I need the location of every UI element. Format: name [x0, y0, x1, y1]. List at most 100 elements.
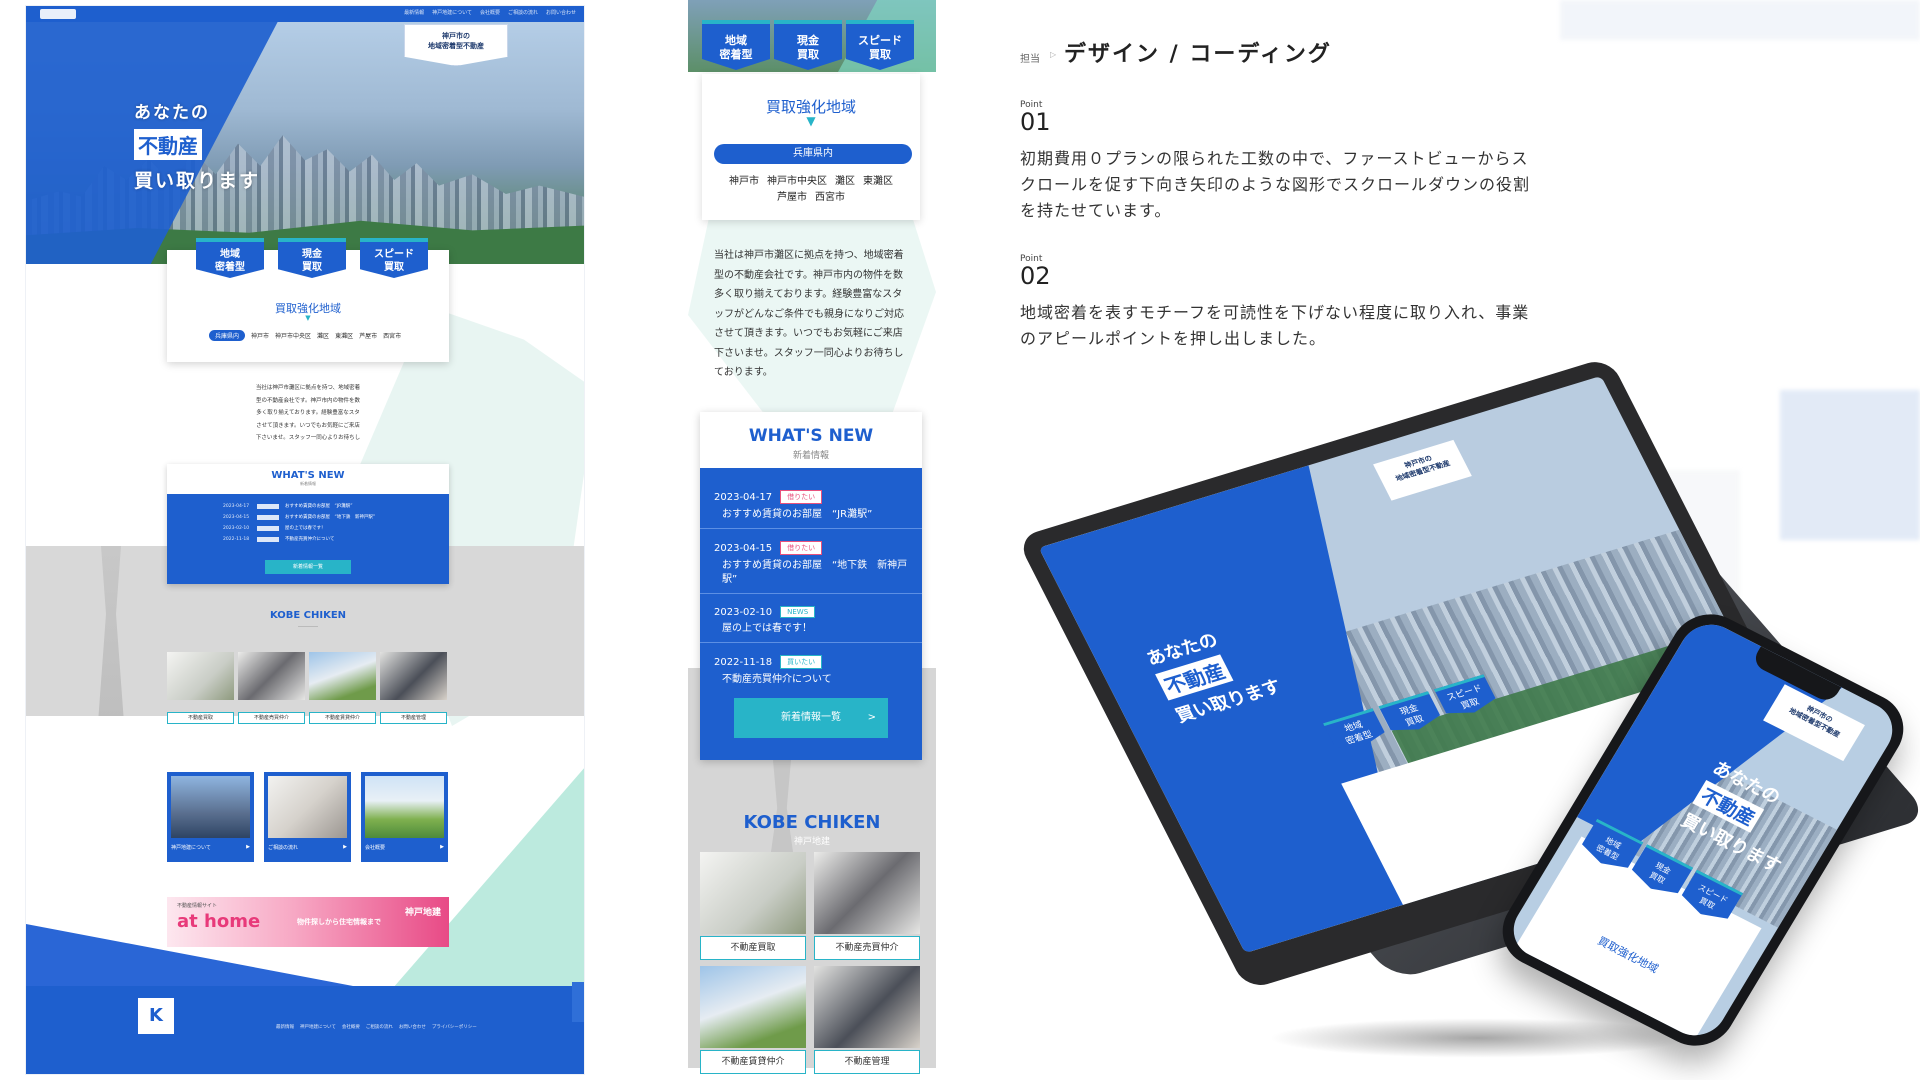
chevron-right-icon: >	[867, 712, 876, 723]
background-ghost-panel	[1560, 0, 1920, 40]
desktop-page-preview: 最新情報 神戸地建について 会社概要 ご相談の流れ お問い合わせ 神戸市の 地域…	[26, 6, 584, 1074]
news-row[interactable]: 2023-04-15 借りたい おすすめ賃貸のお部屋 “地下鉄 新神戸駅”	[700, 541, 922, 594]
top-bar: 最新情報 神戸地建について 会社概要 ご相談の流れ お問い合わせ	[26, 6, 584, 22]
news-subtitle: 新着情報	[300, 481, 316, 486]
badge-speed: スピード 買取	[846, 20, 914, 70]
news-subtitle: 新着情報	[792, 451, 829, 461]
tile-about[interactable]: 神戸地建について ▶	[167, 772, 254, 862]
point-text: 地域密着を表すモチーフを可読性を下げない程度に取り入れ、事業のアピールポイントを…	[1020, 303, 1530, 348]
mobile-page-preview: 買取強化地域 ▼ 兵庫県内 神戸市 神戸市中央区 灘区 東灘区 芦屋市 西宮市 地域 密着…	[688, 0, 936, 1080]
news-row[interactable]: 2023-02-10 NEWS 屋の上では春です！	[700, 606, 922, 643]
news-header: WHAT'S NEW 新着情報	[700, 412, 922, 468]
hero-catchcopy: あなたの 不動産 買い取ります	[134, 98, 260, 193]
area-cities: 神戸市 神戸市中央区 灘区 東灘区 芦屋市 西宮市	[729, 176, 893, 203]
site-logo[interactable]	[40, 9, 76, 19]
nav-item[interactable]: ご相談の流れ	[508, 9, 538, 16]
intro-text: 当社は神戸市灘区に拠点を持つ、地域密着 型の不動産会社です。神戸市内の物件を数 …	[714, 250, 904, 378]
photo-meeting	[814, 852, 920, 934]
kobe-title: KOBE CHIKEN	[743, 812, 881, 833]
news-title: WHAT'S NEW	[271, 470, 345, 481]
city-label: 西宮市	[383, 333, 402, 340]
service-label[interactable]: 不動産買取	[167, 712, 234, 724]
nav-item[interactable]: お問い合わせ	[546, 9, 576, 16]
service-grid: 不動産買取 不動産売買仲介 不動産賃貸仲介 不動産管理	[700, 852, 924, 1080]
city-label: 神戸市	[251, 333, 270, 340]
badge-local: 地域 密着型	[196, 238, 264, 278]
point-number: 01	[1020, 108, 1051, 136]
photo-consultant	[814, 966, 920, 1048]
kobe-title: KOBE CHIKEN	[269, 610, 347, 621]
catch-line-2: 不動産	[134, 129, 202, 160]
news-section: WHAT'S NEW 新着情報 2023-04-17 借りたい おすすめ賃貸のお部…	[700, 412, 922, 760]
footer-nav: 最新情報 神戸地建について 会社概要 ご相談の流れ お問い合わせ プライバシーポ…	[276, 1024, 477, 1030]
photo-meeting	[238, 652, 305, 700]
photo-building	[700, 966, 806, 1048]
badge-speed: スピード 買取	[360, 238, 428, 278]
service-label[interactable]: 不動産管理	[380, 712, 447, 724]
photo-consultant	[380, 652, 447, 700]
feature-badges: 地域 密着型 現金 買取 スピード 買取	[196, 238, 428, 278]
role-title: デザイン / コーディング	[1064, 42, 1332, 67]
news-row[interactable]: 2022-11-18 不動産売買仲介について	[167, 534, 449, 544]
service-label[interactable]: 不動産売買仲介	[238, 712, 305, 724]
footer-link[interactable]: 最新情報	[276, 1024, 294, 1030]
side-contact-tab[interactable]	[572, 982, 584, 1022]
photo-building	[309, 652, 376, 700]
service-labels: 不動産買取 不動産売買仲介 不動産賃貸仲介 不動産管理	[167, 712, 447, 724]
tile-flow[interactable]: ご相談の流れ ▶	[264, 772, 351, 862]
tagline-badge: 神戸市の 地域密着型不動産	[1373, 439, 1472, 501]
tagline-line: 神戸市の	[442, 32, 470, 40]
city-label: 灘区	[317, 333, 330, 340]
service-label[interactable]: 不動産売買仲介	[814, 936, 920, 960]
tile-company[interactable]: 会社概要 ▶	[361, 772, 448, 862]
news-title: WHAT'S NEW	[748, 426, 874, 446]
news-row[interactable]: 2022-11-18 買いたい 不動産売買仲介について	[700, 655, 922, 693]
footer-link[interactable]: 神戸地建について	[300, 1024, 336, 1030]
intro-text: 当社は神戸市灘区に拠点を持つ、地域密着 型の不動産会社です。神戸市内の物件を数 …	[255, 385, 361, 441]
city-label: 神戸市中央区	[275, 333, 312, 340]
nav-item[interactable]: 神戸地建について	[432, 9, 472, 16]
title-underline	[298, 626, 318, 627]
photo-house-model	[167, 652, 234, 700]
footer-link[interactable]: プライバシーポリシー	[432, 1024, 477, 1030]
kobe-subtitle: 神戸地建	[793, 837, 830, 847]
footer-link[interactable]: ご相談の流れ	[366, 1024, 393, 1030]
news-list-button[interactable]: 新着情報一覧	[265, 560, 351, 574]
nav-item[interactable]: 会社概要	[480, 9, 500, 16]
down-arrow-icon: ▼	[806, 114, 816, 128]
feature-badges: 地域 密着型 現金 買取 スピード 買取	[702, 20, 914, 70]
news-header: WHAT'S NEW 新着情報	[167, 464, 449, 494]
service-label[interactable]: 不動産賃貸仲介	[700, 1050, 806, 1074]
laptop-shadow	[1268, 1018, 1688, 1058]
news-section: WHAT'S NEW 新着情報 2023-04-17 おすすめ賃貸のお部屋 “JR…	[167, 464, 449, 584]
tagline-line: 地域密着型不動産	[428, 42, 484, 50]
down-arrow-icon: ▼	[305, 314, 311, 322]
role-label: 担当	[1020, 54, 1040, 65]
info-tiles: 神戸地建について ▶ ご相談の流れ ▶ 会社概要 ▶	[167, 772, 448, 862]
service-label[interactable]: 不動産管理	[814, 1050, 920, 1074]
area-cities: 兵庫県内 神戸市 神戸市中央区 灘区 東灘区 芦屋市 西宮市	[209, 330, 401, 341]
news-row[interactable]: 2023-04-17 借りたい おすすめ賃貸のお部屋 “JR灘駅”	[700, 490, 922, 529]
service-label[interactable]: 不動産買取	[700, 936, 806, 960]
athome-banner[interactable]: 不動産情報サイト at home 物件探しから住宅情報まで 神戸地建	[167, 897, 449, 947]
top-nav: 最新情報 神戸地建について 会社概要 ご相談の流れ お問い合わせ	[404, 9, 576, 16]
catch-line-1: あなたの	[134, 103, 210, 123]
city-label: 東灘区	[335, 333, 354, 340]
point-number: 02	[1020, 262, 1051, 290]
site-footer: K 最新情報 神戸地建について 会社概要 ご相談の流れ お問い合わせ プライバシ…	[26, 986, 584, 1074]
news-list-button[interactable]: 新着情報一覧 >	[734, 698, 888, 738]
news-row[interactable]: 2023-04-17 おすすめ賃貸のお部屋 “JR灘駅”	[167, 501, 449, 511]
city-label: 芦屋市	[359, 333, 378, 340]
point-text: 初期費用０プランの限られた工数の中で、ファーストビューからスクロールを促す下向き…	[1020, 149, 1531, 220]
service-photos	[167, 652, 447, 700]
area-pill: 兵庫県内	[714, 144, 912, 164]
service-label[interactable]: 不動産賃貸仲介	[309, 712, 376, 724]
nav-item[interactable]: 最新情報	[404, 9, 424, 16]
footer-logo[interactable]: K	[138, 998, 174, 1034]
news-row[interactable]: 2023-04-15 おすすめ賃貸のお部屋 “地下鉄 新神戸駅”	[167, 512, 449, 522]
news-row[interactable]: 2023-02-10 屋の上では春です！	[167, 523, 449, 533]
badge-cash: 現金 買取	[278, 238, 346, 278]
footer-link[interactable]: 会社概要	[342, 1024, 360, 1030]
footer-link[interactable]: お問い合わせ	[399, 1024, 426, 1030]
photo-house-model	[700, 852, 806, 934]
